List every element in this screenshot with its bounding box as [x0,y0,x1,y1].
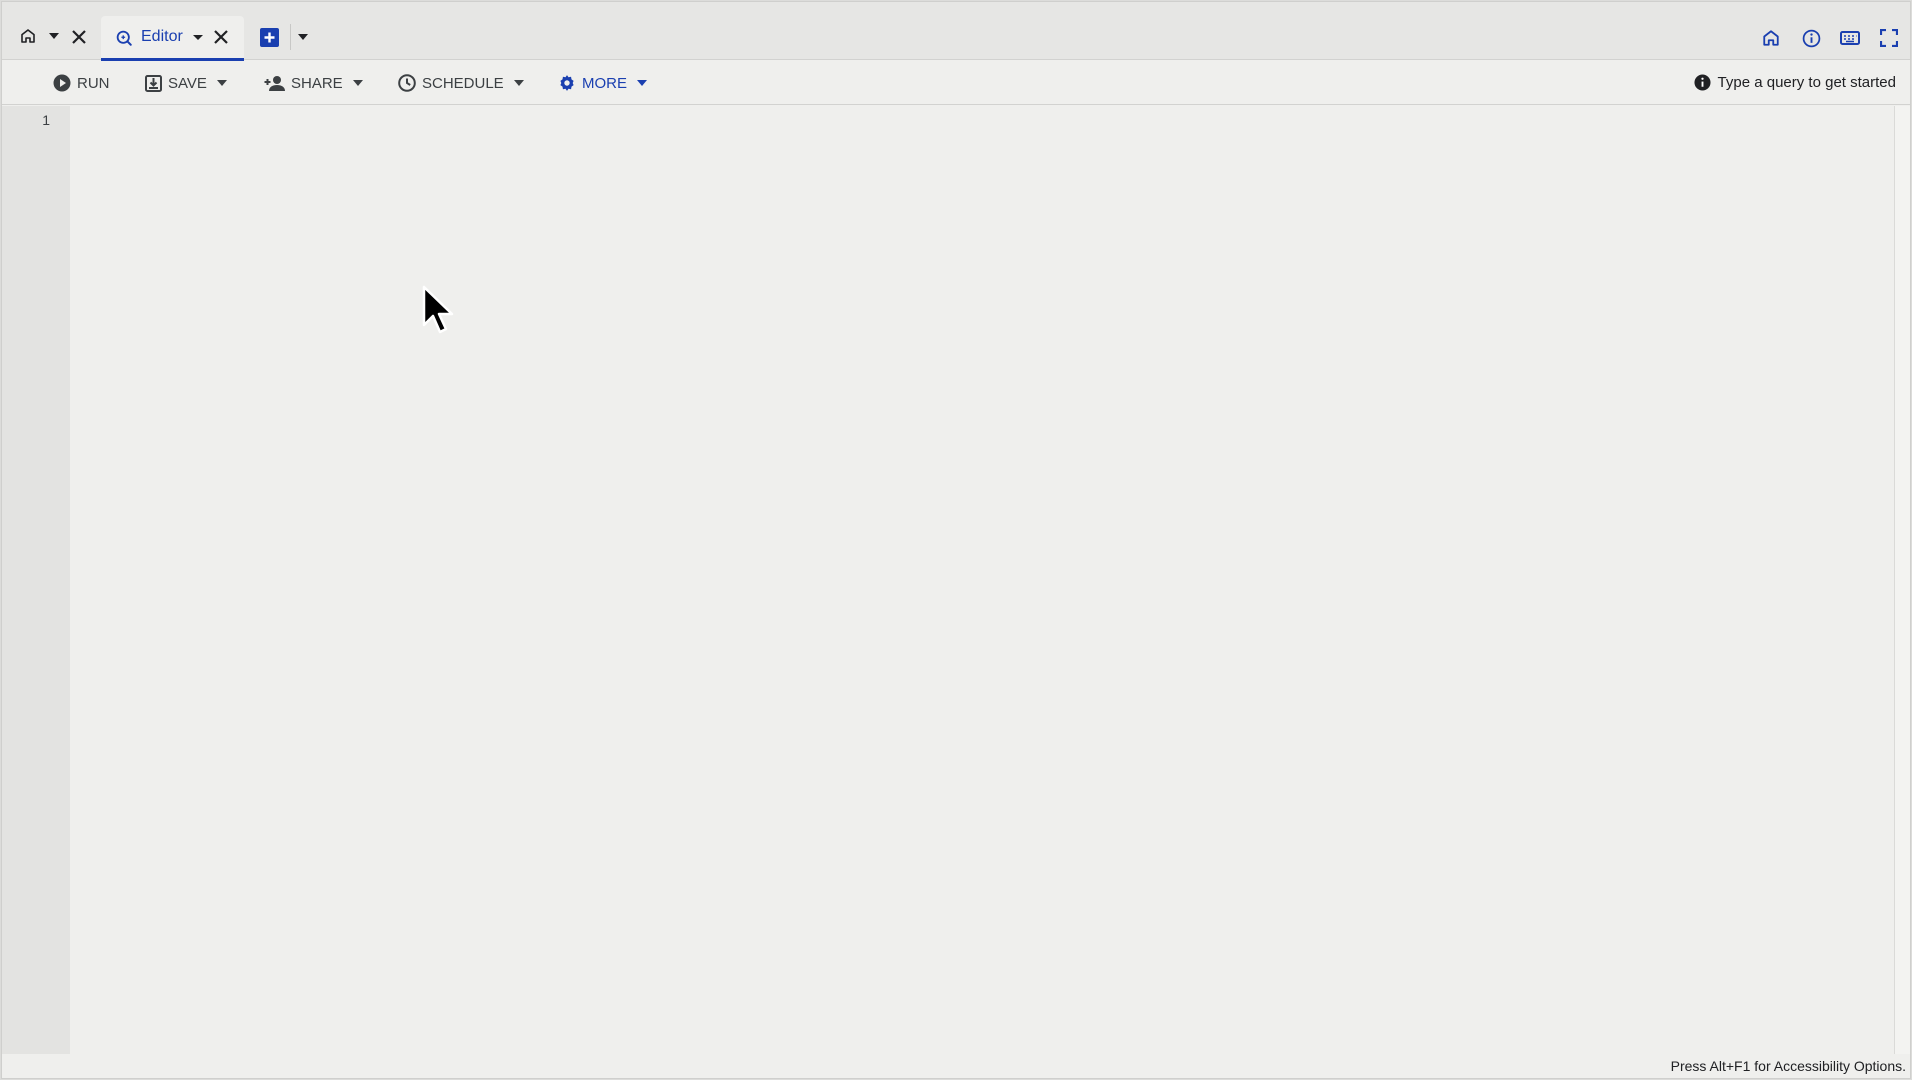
chevron-down-icon [298,34,308,40]
home-button[interactable] [1760,27,1782,49]
share-button-label: SHARE [291,74,343,92]
clock-icon [398,74,416,92]
run-button-label: RUN [77,74,110,92]
schedule-button[interactable]: SCHEDULE [398,71,524,95]
new-tab-dropdown[interactable] [294,28,312,46]
info-icon [1802,29,1820,47]
home-icon [1763,30,1779,46]
add-person-icon [264,75,285,91]
save-button[interactable]: SAVE [145,71,227,95]
save-icon [145,74,162,92]
schedule-button-label: SCHEDULE [422,74,504,92]
search-query-icon [116,30,132,46]
editor-scrollbar[interactable] [1894,106,1910,1056]
line-number-gutter: 1 [2,106,70,1056]
close-icon[interactable] [212,28,230,46]
gear-icon [560,75,574,91]
query-hint: Type a query to get started [1694,74,1896,91]
chevron-down-icon [49,33,59,39]
run-button[interactable]: RUN [53,71,110,95]
tab-divider [290,24,291,50]
mouse-pointer-icon [422,285,454,334]
query-hint-text: Type a query to get started [1717,74,1896,91]
share-button[interactable]: SHARE [264,71,363,95]
chevron-down-icon [513,80,524,86]
chevron-down-icon [637,80,647,86]
status-bar: Press Alt+F1 for Accessibility Options. [2,1054,1910,1078]
query-editor[interactable] [74,106,1896,1056]
chevron-down-icon [352,80,363,86]
home-tab-dropdown[interactable] [44,26,64,46]
tab-editor[interactable]: Editor [101,16,244,61]
fullscreen-button[interactable] [1878,27,1900,49]
line-number: 1 [42,112,50,128]
home-tab[interactable] [16,24,40,48]
chevron-down-icon[interactable] [191,30,205,44]
new-tab-button[interactable] [260,28,279,47]
accessibility-hint: Press Alt+F1 for Accessibility Options. [1670,1058,1906,1074]
info-button[interactable] [1800,27,1822,49]
query-toolbar: RUN SAVE SHARE SCHEDULE MORE Type a quer… [2,61,1910,105]
home-tab-close-button[interactable] [68,26,90,48]
tab-editor-label: Editor [141,28,183,45]
tab-bar: Editor [2,2,1910,61]
plus-square-icon [260,28,279,47]
home-icon [21,29,35,43]
save-button-label: SAVE [168,74,207,92]
keyboard-icon [1840,31,1860,45]
fullscreen-icon [1880,29,1898,47]
close-icon [72,30,86,44]
more-button-label: MORE [582,74,627,92]
chevron-down-icon [216,80,227,86]
more-button[interactable]: MORE [558,71,647,95]
keyboard-shortcuts-button[interactable] [1839,27,1861,49]
app-window: Editor RUN SAVE SHARE SCHEDULE MORE Type… [1,1,1911,1079]
info-filled-icon [1694,74,1711,91]
play-circle-icon [53,74,71,92]
